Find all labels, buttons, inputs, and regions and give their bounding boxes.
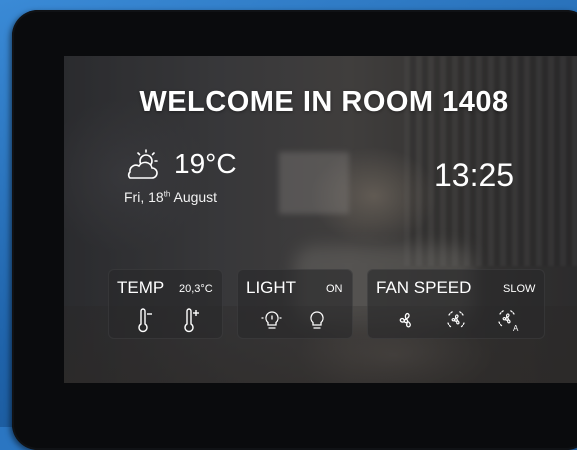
page-title: WELCOME IN ROOM 1408 [139,86,509,118]
current-temperature: 19°C [174,148,237,179]
current-date: Fri, 18th August [124,189,217,205]
svg-text:A: A [513,324,519,333]
fan-speed-icon[interactable] [444,307,468,333]
fan-icon[interactable] [394,308,418,334]
partly-cloudy-sun-icon [127,149,158,179]
light-label: LIGHT [246,278,297,297]
clock: 13:25 [434,157,515,193]
bulb-on-icon[interactable] [260,307,284,333]
fan-speed-panel: FAN SPEED SLOW A [367,269,545,339]
light-value: ON [326,283,343,295]
fan-speed-value: SLOW [503,283,536,295]
date-day: Fri, 18 [124,189,164,205]
fan-speed-label: FAN SPEED [376,278,472,297]
light-panel: LIGHT ON [237,269,353,339]
date-month: August [170,189,218,205]
thermometer-plus-icon[interactable] [179,308,203,334]
fan-auto-icon[interactable]: A [496,307,520,333]
temp-value: 20,3°C [179,283,213,295]
temp-label: TEMP [117,278,165,297]
bulb-off-icon[interactable] [305,307,329,333]
temp-panel: TEMP 20,3°C [108,269,223,339]
thermometer-minus-icon[interactable] [133,308,157,334]
